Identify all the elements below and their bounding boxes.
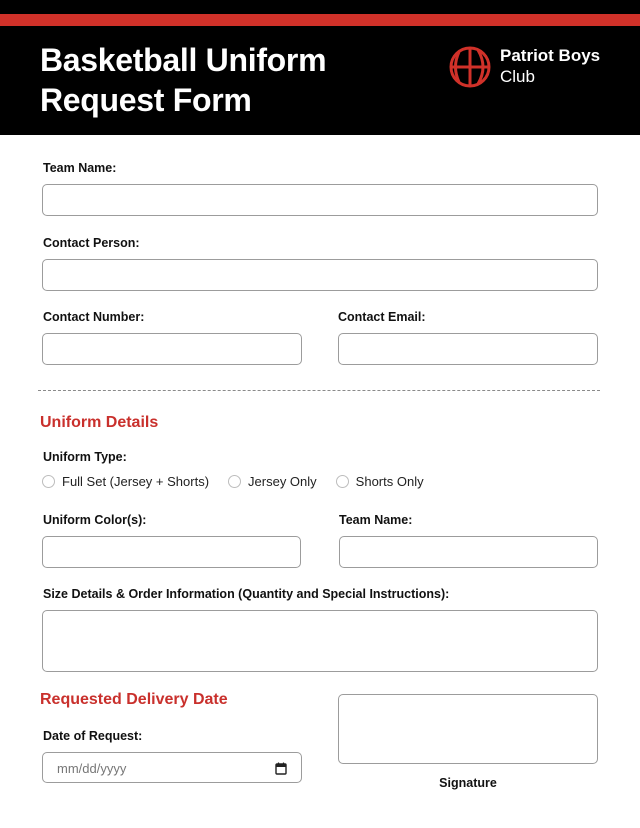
radio-shorts-only[interactable]: Shorts Only [335, 474, 424, 489]
uniform-type-label: Uniform Type: [43, 450, 127, 464]
uniform-team-name-field[interactable] [339, 536, 598, 568]
contact-person-field[interactable] [42, 259, 598, 291]
size-details-label: Size Details & Order Information (Quanti… [43, 587, 450, 601]
radio-label: Shorts Only [355, 474, 424, 489]
date-placeholder: mm/dd/yyyy [57, 761, 127, 776]
date-of-request-label: Date of Request: [43, 729, 143, 743]
team-name-label: Team Name: [43, 161, 117, 175]
page-title: Basketball Uniform Request Form [40, 40, 327, 120]
accent-stripe [0, 14, 640, 26]
basketball-icon [449, 46, 491, 88]
contact-person-label: Contact Person: [43, 236, 140, 250]
uniform-color-field[interactable] [42, 536, 301, 568]
radio-circle[interactable] [335, 475, 349, 488]
radio-label: Jersey Only [248, 474, 317, 489]
uniform-color-input[interactable] [43, 537, 300, 567]
contact-person-input[interactable] [43, 260, 597, 290]
contact-email-field[interactable] [338, 333, 598, 365]
signature-label: Signature [439, 776, 497, 790]
contact-number-label: Contact Number: [43, 310, 145, 324]
contact-number-input[interactable] [43, 334, 301, 364]
radio-circle[interactable] [228, 475, 242, 488]
uniform-type-radio-group: Full Set (Jersey + Shorts) Jersey Only S… [42, 474, 443, 489]
club-name-line-1: Patriot Boys [500, 46, 601, 65]
team-name-input[interactable] [43, 185, 597, 215]
delivery-date-heading: Requested Delivery Date [40, 691, 228, 708]
title-line-1: Basketball Uniform [40, 42, 327, 78]
contact-email-label: Contact Email: [338, 310, 426, 324]
radio-label: Full Set (Jersey + Shorts) [62, 474, 210, 489]
club-name-line-2: Club [500, 67, 535, 86]
calendar-icon[interactable] [275, 762, 287, 775]
section-divider [38, 390, 600, 391]
radio-circle[interactable] [42, 475, 55, 488]
radio-jersey-only[interactable]: Jersey Only [228, 474, 317, 489]
team-name-field[interactable] [42, 184, 598, 216]
header-banner: Basketball Uniform Request Form Patriot … [0, 0, 640, 135]
contact-email-input[interactable] [339, 334, 597, 364]
uniform-details-heading: Uniform Details [40, 414, 159, 431]
title-line-2: Request Form [40, 82, 252, 118]
uniform-team-name-label: Team Name: [339, 513, 413, 527]
uniform-color-label: Uniform Color(s): [43, 513, 147, 527]
size-details-field[interactable] [42, 610, 598, 672]
date-of-request-field[interactable]: mm/dd/yyyy [42, 752, 302, 783]
size-details-textarea[interactable] [43, 611, 597, 671]
signature-box[interactable] [338, 694, 598, 764]
club-name: Patriot Boys Club [500, 45, 600, 87]
radio-full-set[interactable]: Full Set (Jersey + Shorts) [42, 474, 209, 489]
uniform-team-name-input[interactable] [340, 537, 597, 567]
contact-number-field[interactable] [42, 333, 302, 365]
